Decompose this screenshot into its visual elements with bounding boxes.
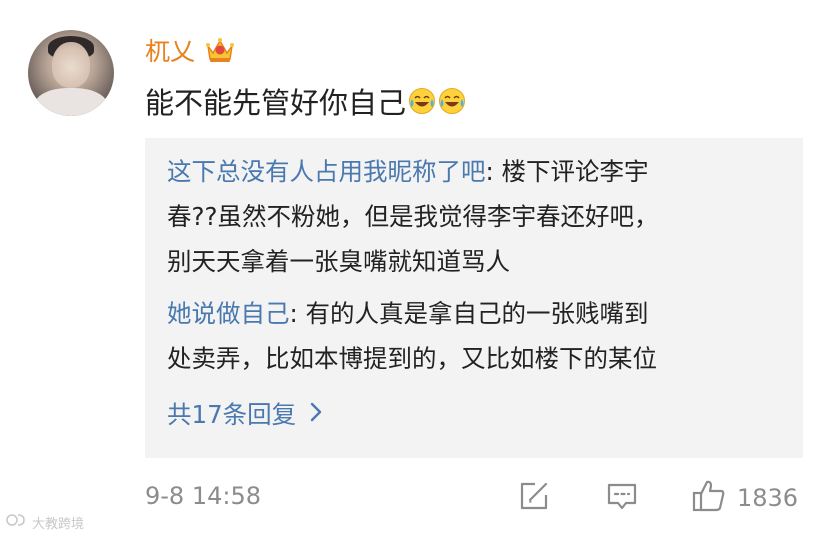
- reply-separator: :: [289, 299, 306, 328]
- thumbs-up-icon: [691, 478, 727, 518]
- username[interactable]: 杌乂: [145, 32, 195, 68]
- laugh-cry-emoji-icon: [408, 87, 436, 115]
- timestamp: 9-8 14:58: [145, 482, 261, 510]
- crown-icon: [205, 36, 235, 64]
- reply-item[interactable]: 她说做自己: 有的人真是拿自己的一张贱嘴到 处卖弄，比如本博提到的，又比如楼下的…: [167, 291, 782, 381]
- chevron-right-icon: [310, 399, 322, 428]
- comment-footer: 9-8 14:58 1836: [145, 478, 805, 518]
- reply-line: 这下总没有人占用我昵称了吧: 楼下评论李宇: [167, 149, 782, 194]
- username-row: 杌乂: [145, 32, 235, 68]
- like-count: 1836: [737, 484, 799, 512]
- watermark-text: 大教跨境: [32, 516, 85, 532]
- reply-line: 她说做自己: 有的人真是拿自己的一张贱嘴到: [167, 291, 782, 336]
- repost-icon: [517, 479, 551, 517]
- avatar-shoulders: [34, 88, 108, 116]
- comment-icon: [605, 479, 639, 517]
- laugh-cry-emoji-icon: [438, 87, 466, 115]
- comment-text-row: 能不能先管好你自己: [145, 80, 466, 122]
- repost-button[interactable]: [517, 478, 551, 518]
- reply-text: 楼下评论李宇: [501, 157, 649, 186]
- replies-box[interactable]: 这下总没有人占用我昵称了吧: 楼下评论李宇 春??虽然不粉她，但是我觉得李宇春还…: [145, 138, 803, 458]
- comment-button[interactable]: [605, 478, 639, 518]
- reply-item[interactable]: 这下总没有人占用我昵称了吧: 楼下评论李宇 春??虽然不粉她，但是我觉得李宇春还…: [167, 149, 782, 284]
- reply-author[interactable]: 她说做自己: [167, 299, 290, 328]
- watermark-logo-icon: [6, 512, 28, 532]
- reply-text: 春??虽然不粉她，但是我觉得李宇春还好吧，: [167, 202, 659, 231]
- avatar-face: [52, 42, 90, 88]
- reply-author[interactable]: 这下总没有人占用我昵称了吧: [167, 157, 486, 186]
- more-replies-link[interactable]: 共17条回复: [167, 396, 322, 431]
- reply-text: 别天天拿着一张臭嘴就知道骂人: [167, 247, 510, 276]
- more-replies-label: 共17条回复: [167, 400, 297, 429]
- reply-separator: :: [485, 157, 502, 186]
- avatar[interactable]: [28, 30, 114, 116]
- reply-text: 处卖弄，比如本博提到的，又比如楼下的某位: [167, 344, 657, 373]
- watermark: 大教跨境: [6, 512, 84, 532]
- reply-text: 有的人真是拿自己的一张贱嘴到: [305, 299, 649, 328]
- like-button[interactable]: 1836: [691, 478, 798, 518]
- comment-text: 能不能先管好你自己: [145, 86, 407, 120]
